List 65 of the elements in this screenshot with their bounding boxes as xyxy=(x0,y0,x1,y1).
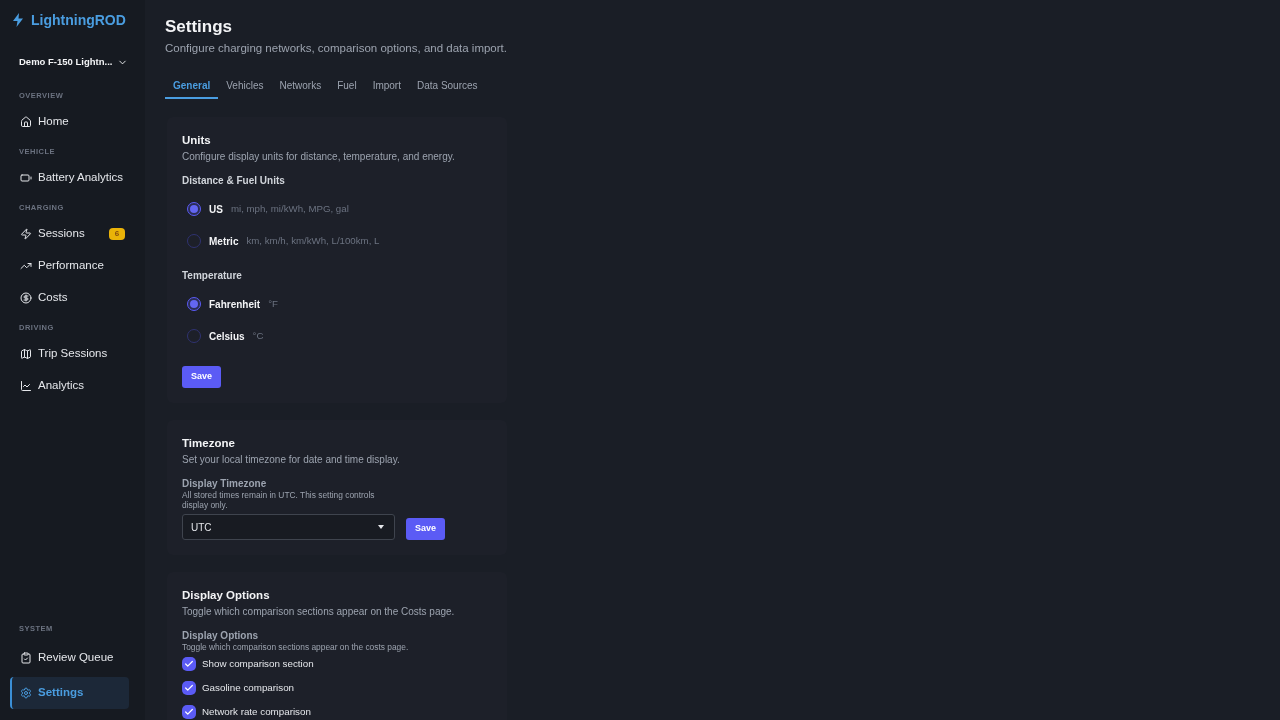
group-label: Temperature xyxy=(182,269,243,283)
tab[interactable]: Fuel xyxy=(329,70,365,99)
sidebar-item[interactable]: Battery Analytics xyxy=(10,162,129,194)
option-label: Metric xyxy=(209,234,239,249)
option-hint: °F xyxy=(268,296,278,311)
option-label: Fahrenheit xyxy=(209,297,261,312)
map-icon xyxy=(20,348,32,360)
sidebar-item[interactable]: Costs xyxy=(10,282,129,314)
vehicle-selector[interactable]: Demo F-150 Lightn... xyxy=(19,54,129,70)
count-badge: 6 xyxy=(108,228,126,240)
sidebar-item[interactable]: Trip Sessions xyxy=(10,338,129,370)
page-subtitle: Configure charging networks, comparison options, and data import. xyxy=(165,41,508,56)
tab[interactable]: Networks xyxy=(271,70,330,99)
brand-name: LightningROD xyxy=(31,10,126,30)
card-description: Toggle which comparison sections appear on the Costs page. xyxy=(182,605,456,619)
card-title: Units xyxy=(182,133,212,148)
check-icon xyxy=(184,707,194,717)
field-hint: All stored times remain in UTC. This setting controls display only. xyxy=(182,490,376,510)
field-label: Display Timezone xyxy=(182,478,268,490)
radio-button[interactable] xyxy=(187,297,201,311)
home-icon xyxy=(20,116,32,128)
option-hint: mi, mph, mi/kWh, MPG, gal xyxy=(230,201,349,216)
checkbox-label: Gasoline comparison xyxy=(202,680,295,695)
clipboard-check-icon xyxy=(20,652,32,664)
card-description: Set your local timezone for date and time display. xyxy=(182,453,401,467)
lightning-bolt-icon xyxy=(20,228,32,240)
battery-icon xyxy=(20,172,32,184)
timezone-select[interactable]: UTC xyxy=(182,514,395,540)
option-label: Celsius xyxy=(209,329,245,344)
radio-button[interactable] xyxy=(187,202,201,216)
trending-up-icon xyxy=(20,260,32,272)
sidebar-item[interactable]: Performance xyxy=(10,250,129,282)
card-description: Configure display units for distance, temperature, and energy. xyxy=(182,150,456,164)
option-hint: °C xyxy=(252,328,264,343)
caret-down-icon xyxy=(378,525,384,529)
group-label: Distance & Fuel Units xyxy=(182,174,286,188)
sidebar-item[interactable]: Review Queue xyxy=(10,642,129,674)
card-title: Display Options xyxy=(182,588,271,603)
checkbox-label: Network rate comparison xyxy=(202,704,311,719)
option-label: US xyxy=(209,202,223,217)
lightning-bolt-icon xyxy=(13,13,23,27)
save-button[interactable]: Save xyxy=(406,518,446,540)
check-icon xyxy=(184,659,194,669)
sidebar-item[interactable]: Settings xyxy=(10,677,129,709)
sidebar-item[interactable]: Home xyxy=(10,106,129,138)
line-chart-icon xyxy=(20,380,32,392)
sidebar-item[interactable]: Sessions 6 xyxy=(10,218,129,250)
checkbox[interactable] xyxy=(182,681,196,695)
settings-icon xyxy=(20,687,32,699)
tab[interactable]: General xyxy=(165,70,219,99)
checkbox[interactable] xyxy=(182,705,196,719)
page-title: Settings xyxy=(165,16,234,38)
sidebar-item[interactable]: Analytics xyxy=(10,370,129,402)
option-hint: km, km/h, km/kWh, L/100km, L xyxy=(246,233,380,248)
tab[interactable]: Vehicles xyxy=(218,70,272,99)
card-title: Timezone xyxy=(182,436,236,451)
field-hint: Toggle which comparison sections appear on the costs page. xyxy=(182,642,410,652)
checkbox-label: Show comparison section xyxy=(202,656,314,671)
checkbox[interactable] xyxy=(182,657,196,671)
field-label: Display Options xyxy=(182,630,260,642)
dollar-coin-icon xyxy=(20,292,32,304)
tab[interactable]: Data Sources xyxy=(409,70,486,99)
check-icon xyxy=(184,683,194,693)
save-button[interactable]: Save xyxy=(182,366,222,388)
tab[interactable]: Import xyxy=(364,70,409,99)
